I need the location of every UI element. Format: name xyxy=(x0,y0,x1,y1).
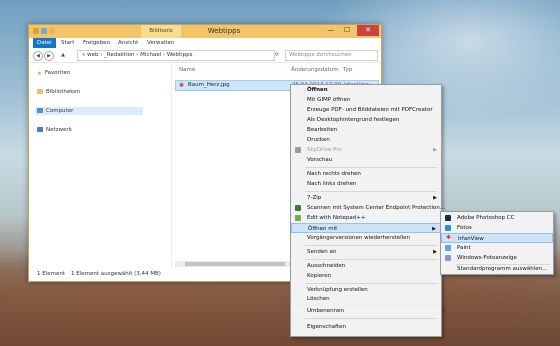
tab-view[interactable]: Ansicht xyxy=(118,38,138,48)
menu-item-cut[interactable]: Ausschneiden xyxy=(291,261,441,271)
submenu-item-paint[interactable]: Paint xyxy=(441,243,553,253)
picture-tools-tab[interactable]: Bildtools xyxy=(141,25,181,38)
forward-button[interactable]: ▶ xyxy=(44,51,54,61)
menu-divider xyxy=(305,283,437,284)
navigation-bar: ◀ ▶ ▲ « web › _Redaktion › Michael › Web… xyxy=(29,48,381,63)
column-date[interactable]: Änderungsdatum xyxy=(291,67,339,73)
menu-item-open-gimp[interactable]: Mit GIMP öffnen xyxy=(291,95,441,105)
menu-item-preview[interactable]: Vorschau xyxy=(291,155,441,165)
photos-icon xyxy=(445,225,451,231)
menu-item-send-to[interactable]: Senden an ▶ xyxy=(291,247,441,257)
column-type[interactable]: Typ xyxy=(343,67,352,73)
photoshop-icon xyxy=(445,215,451,221)
tab-file[interactable]: Datei xyxy=(33,38,56,48)
back-button[interactable]: ◀ xyxy=(33,51,43,61)
paint-icon xyxy=(445,245,451,251)
menu-item-delete[interactable]: Löschen xyxy=(291,295,441,303)
chevron-right-icon: ▶ xyxy=(433,249,437,255)
column-name[interactable]: Name xyxy=(179,67,195,73)
sidebar-item-favorites[interactable]: ★ Favoriten xyxy=(37,69,70,77)
submenu-item-photo-viewer[interactable]: Windows-Fotoanzeige xyxy=(441,253,553,263)
scrollbar-thumb[interactable] xyxy=(185,262,285,266)
titlebar: Bildtools Webtipps — ☐ ✕ xyxy=(29,25,381,38)
irfanview-icon: ✱ xyxy=(446,234,452,241)
menu-item-open-with[interactable]: Öffnen mit ▶ xyxy=(291,223,441,233)
status-count: 1 Element xyxy=(37,271,66,277)
tab-home[interactable]: Start xyxy=(61,38,74,48)
sidebar-item-network[interactable]: Netzwerk xyxy=(37,126,72,134)
menu-item-copy[interactable]: Kopieren xyxy=(291,271,441,281)
chevron-right-icon: ▶ xyxy=(433,147,437,153)
menu-divider xyxy=(305,259,437,260)
photo-viewer-icon xyxy=(445,255,451,261)
computer-icon xyxy=(37,107,43,113)
minimize-button[interactable]: — xyxy=(323,25,339,36)
menu-item-properties[interactable]: Eigenschaften xyxy=(291,322,441,332)
notepad-icon xyxy=(295,215,301,221)
refresh-button[interactable]: ⟳ xyxy=(273,51,281,59)
maximize-button[interactable]: ☐ xyxy=(339,25,355,36)
tab-share[interactable]: Freigeben xyxy=(83,38,110,48)
menu-item-notepad[interactable]: Edit with Notepad++ xyxy=(291,213,441,223)
menu-divider xyxy=(305,191,437,192)
menu-divider xyxy=(305,318,437,319)
submenu-item-photos[interactable]: Fotos xyxy=(441,223,553,233)
sidebar-item-computer[interactable]: Computer xyxy=(35,107,144,115)
irfanview-icon: ✱ xyxy=(179,82,185,89)
star-icon: ★ xyxy=(37,70,42,77)
file-name: Baum_Herz.jpg xyxy=(188,82,230,88)
menu-item-open[interactable]: Öffnen xyxy=(291,85,441,95)
network-icon xyxy=(37,126,43,132)
address-bar[interactable]: « web › _Redaktion › Michael › Webtipps xyxy=(77,50,275,61)
context-menu-tail: Umbenennen Eigenschaften xyxy=(290,306,442,337)
submenu-item-photoshop[interactable]: Adobe Photoshop CC xyxy=(441,213,553,223)
window-title: Webtipps xyxy=(207,27,241,35)
shield-icon xyxy=(295,205,301,211)
search-input[interactable]: Webtipps durchsuchen xyxy=(285,50,378,61)
menu-item-set-wallpaper[interactable]: Als Desktophintergrund festlegen xyxy=(291,115,441,125)
up-button[interactable]: ▲ xyxy=(59,51,67,59)
cloud-icon xyxy=(295,147,301,153)
submenu-item-irfanview[interactable]: ✱ IrfanView xyxy=(441,233,553,243)
menu-item-7zip[interactable]: 7-Zip ▶ xyxy=(291,193,441,203)
menu-item-skydrive[interactable]: SkyDrive Pro ▶ xyxy=(291,145,441,155)
context-menu: Öffnen Mit GIMP öffnen Erzeuge PDF- und … xyxy=(290,84,445,310)
new-folder-icon[interactable] xyxy=(49,28,55,34)
library-icon xyxy=(37,88,43,94)
menu-item-restore-versions[interactable]: Vorgängerversionen wiederherstellen xyxy=(291,233,441,243)
submenu-item-choose-default[interactable]: Standardprogramm auswählen... xyxy=(441,264,553,274)
menu-item-edit[interactable]: Bearbeiten xyxy=(291,125,441,135)
close-button[interactable]: ✕ xyxy=(357,25,379,36)
menu-item-pdfcreator[interactable]: Erzeuge PDF- und Bilddateien mit PDFCrea… xyxy=(291,105,441,115)
menu-divider xyxy=(305,167,437,168)
properties-icon[interactable] xyxy=(41,28,47,34)
status-selected: 1 Element ausgewählt (3,44 MB) xyxy=(71,271,161,277)
sidebar-item-libraries[interactable]: Bibliotheken xyxy=(37,88,80,96)
menu-item-rotate-right[interactable]: Nach rechts drehen xyxy=(291,169,441,179)
menu-divider xyxy=(305,245,437,246)
menu-item-scan[interactable]: Scannen mit System Center Endpoint Prote… xyxy=(291,203,445,213)
tab-manage[interactable]: Verwalten xyxy=(147,38,174,48)
open-with-submenu: Adobe Photoshop CC Fotos ✱ IrfanView Pai… xyxy=(440,211,554,275)
folder-icon xyxy=(33,28,39,34)
menu-item-rotate-left[interactable]: Nach links drehen xyxy=(291,179,441,189)
chevron-right-icon: ▶ xyxy=(433,195,437,201)
menu-item-create-shortcut[interactable]: Verknüpfung erstellen xyxy=(291,285,441,295)
menu-item-rename[interactable]: Umbenennen xyxy=(291,306,441,316)
menu-item-print[interactable]: Drucken xyxy=(291,135,441,145)
navigation-pane: ★ Favoriten Bibliotheken Computer Netzwer… xyxy=(29,63,172,267)
